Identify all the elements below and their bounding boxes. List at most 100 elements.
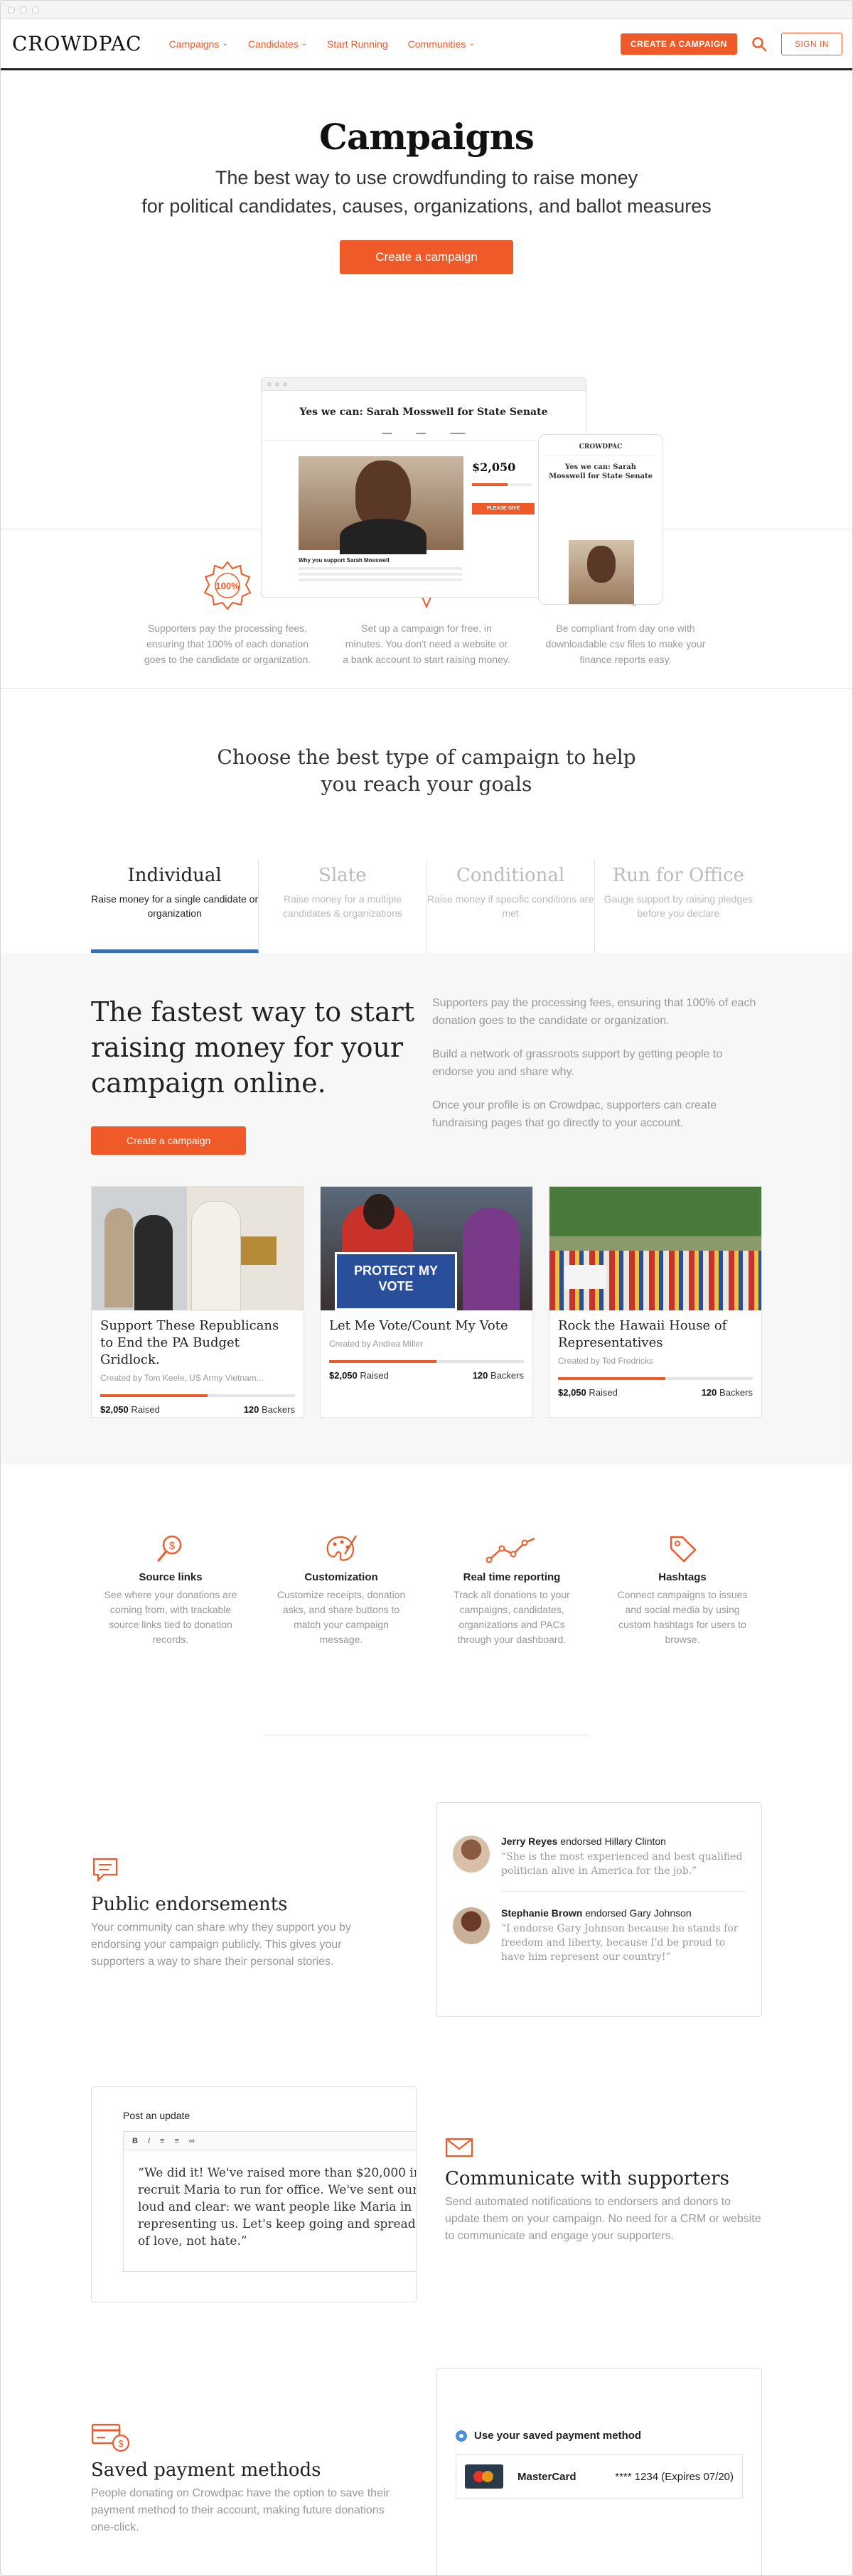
endorsement-quote: “I endorse Gary Johnson because he stand… [501,1923,739,1963]
endorsement-verb: endorsed [560,1836,602,1847]
tab-slate[interactable]: Slate Raise money for a multiple candida… [259,859,427,953]
nav-link-candidates[interactable]: Candidates ⌄ [248,38,307,50]
backers-count: 120 [243,1404,259,1415]
tab-title: Conditional [456,865,565,886]
italic-button[interactable]: I [148,2137,150,2145]
endorsed-candidate[interactable]: Gary Johnson [630,1907,692,1919]
panel-intro: The fastest way to start raising money f… [91,994,762,1155]
payment-description: People donating on Crowdpac have the opt… [91,2487,390,2533]
endorsements-description: Your community can share why they suppor… [91,1922,351,1968]
update-textarea[interactable]: “We did it! We've raised more than $20,0… [123,2150,417,2272]
mockup-browser-bar [262,378,586,391]
saved-card[interactable]: MasterCard **** 1234 (Expires 07/20) [456,2454,743,2499]
backers-label: Backers [490,1370,524,1381]
campaign-card[interactable]: Support These Republicans to End the PA … [91,1186,304,1418]
raised-label: Raised [589,1387,618,1398]
payment-text: $ Saved payment methods People donating … [91,2422,404,2536]
post-update-label: Post an update [123,2110,191,2121]
hero-subtitle: The best way to use crowdfunding to rais… [1,163,852,220]
panel-create-campaign-button[interactable]: Create a campaign [91,1126,247,1155]
window-dot[interactable] [32,6,39,14]
nav-link-start-running[interactable]: Start Running [327,38,388,50]
communicate-text: Communicate with supporters Send automat… [445,2136,762,2245]
panel-paragraph: Build a network of grassroots support by… [432,1048,723,1078]
hero-subtitle-line: for political candidates, causes, organi… [141,195,712,217]
communicate-section: Post an update B I ≡ ≡ ∞ “We did it! We'… [91,2048,762,2346]
campaign-card-title[interactable]: Rock the Hawaii House of Representatives [558,1317,753,1352]
campaign-card[interactable]: Rock the Hawaii House of Representatives… [549,1186,762,1418]
bullet-list-button[interactable]: ≡ [160,2137,164,2145]
mockup-tabs: ▬▬ ▬▬ ▬▬▬ [262,431,586,441]
campaign-progress-fill [329,1360,436,1363]
mockup-candidate-photo [299,456,463,554]
campaign-card-stats: $2,050 Raised 120 Backers [329,1370,524,1381]
avatar[interactable] [453,1907,490,1944]
nav-link-communities[interactable]: Communities ⌄ [408,38,475,50]
tab-conditional[interactable]: Conditional Raise money if specific cond… [427,859,595,953]
mockup-phone-title: Yes we can: Sarah Mosswell for State Sen… [549,463,653,480]
endorsements-title: Public endorsements [91,1894,288,1915]
endorser-name[interactable]: Jerry Reyes [501,1836,557,1847]
nav-link-campaigns[interactable]: Campaigns ⌄ [169,38,228,50]
campaign-card-stats: $2,050 Raised 120 Backers [100,1404,295,1415]
update-text-line: representing us. Let's keep going and sp… [138,2217,417,2231]
tools-row: $ Source links See where your donations … [1,1465,852,1735]
raised-label: Raised [131,1404,160,1415]
endorsement-item: Stephanie Brown endorsed Gary Johnson “I… [437,1892,761,1977]
hero-section: Campaigns The best way to use crowdfundi… [1,70,852,605]
endorsed-candidate[interactable]: Hillary Clinton [605,1836,666,1847]
bold-button[interactable]: B [132,2137,138,2145]
campaign-card[interactable]: PROTECT MY VOTE Let Me Vote/Count My Vot… [320,1186,533,1418]
tool-title: Customization [304,1571,378,1583]
tab-desc: Raise money if specific conditions are m… [427,893,594,919]
backers-stat: 120 Backers [702,1387,753,1398]
saved-payment-label: Use your saved payment method [474,2430,642,2442]
raised-stat: $2,050 Raised [558,1387,618,1398]
hero-create-campaign-button[interactable]: Create a campaign [340,240,513,274]
mockup-phone-photo [569,540,634,604]
campaign-card-creator: Created by Tom Keele, US Army Vietnam... [100,1373,264,1383]
window-dot[interactable] [8,6,15,14]
window-dot[interactable] [20,6,27,14]
tab-run-for-office[interactable]: Run for Office Gauge support by raising … [595,859,762,953]
line-chart-icon [444,1531,579,1564]
panel-heading: The fastest way to start raising money f… [91,996,415,1099]
raised-amount: $2,050 [329,1370,358,1381]
campaign-progress-bar [558,1377,753,1380]
campaign-card-image: PROTECT MY VOTE [321,1187,532,1310]
numbered-list-button[interactable]: ≡ [174,2137,178,2145]
create-campaign-button[interactable]: CREATE A CAMPAIGN [620,33,737,55]
avatar[interactable] [453,1836,490,1872]
tool-item: Customization Customize receipts, donati… [274,1531,409,1735]
card-brand: MasterCard [517,2470,576,2483]
panel-left: The fastest way to start raising money f… [91,994,432,1155]
radio-selected-icon[interactable] [456,2430,467,2442]
nav-link-label: Communities [407,38,466,50]
panel-paragraph: Supporters pay the processing fees, ensu… [432,997,756,1027]
sign-in-button[interactable]: SIGN IN [780,32,842,55]
search-icon[interactable] [751,36,767,52]
endorser-name[interactable]: Stephanie Brown [501,1907,582,1919]
raised-stat: $2,050 Raised [329,1370,389,1381]
feature-text: Be compliant from day one with downloada… [545,623,706,665]
campaign-card-title[interactable]: Support These Republicans to End the PA … [100,1317,295,1369]
crowdpac-logo[interactable]: CROWDPAC [12,32,142,55]
top-nav: CROWDPAC Campaigns ⌄ Candidates ⌄ Start Ru… [1,19,852,70]
saved-payment-option[interactable]: Use your saved payment method [456,2430,743,2442]
tag-icon [615,1531,750,1564]
nav-actions: CREATE A CAMPAIGN SIGN IN [620,32,842,55]
tab-desc: Gauge support by raising pledges before … [603,893,753,919]
hero-subtitle-line: The best way to use crowdfunding to rais… [215,167,638,188]
raised-amount: $2,050 [558,1387,586,1398]
mockup-why-heading: Why you support Sarah Mosswell [299,557,390,564]
panel-text: Supporters pay the processing fees, ensu… [432,994,762,1155]
campaign-card-title[interactable]: Let Me Vote/Count My Vote [329,1317,524,1335]
tool-title: Source links [139,1571,203,1583]
link-button[interactable]: ∞ [189,2137,195,2145]
chevron-down-icon: ⌄ [222,40,228,48]
campaign-card-image [92,1187,304,1310]
update-text-line: loud and clear: we want people like Mari… [138,2200,417,2214]
backers-stat: 120 Backers [244,1404,295,1415]
backers-stat: 120 Backers [473,1370,524,1381]
tab-individual[interactable]: Individual Raise money for a single cand… [91,859,259,953]
